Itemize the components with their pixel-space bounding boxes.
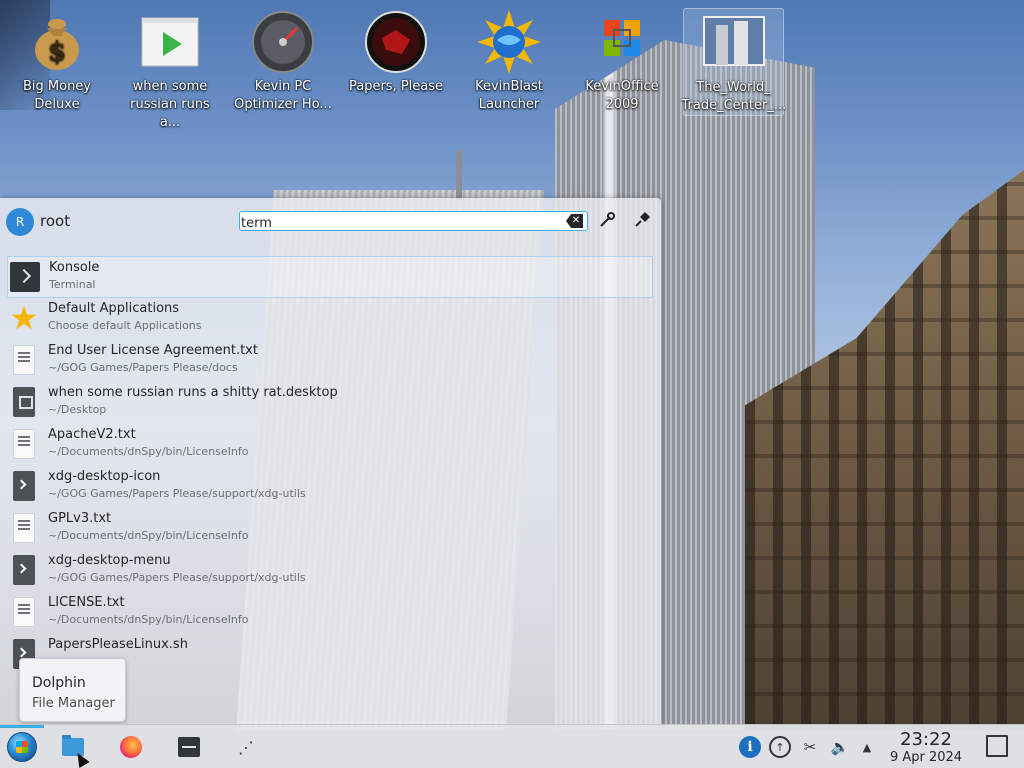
- result-eula-txt[interactable]: End User License Agreement.txt ~/GOG Gam…: [7, 340, 653, 382]
- terminal-icon: [10, 262, 40, 292]
- result-title: ApacheV2.txt: [48, 427, 136, 442]
- launcher-active-indicator: [0, 725, 44, 728]
- result-title: PapersPleaseLinux.sh: [48, 637, 188, 652]
- clipboard-scissors-icon[interactable]: ✂: [799, 736, 821, 758]
- pin-icon: [633, 211, 651, 233]
- result-subtitle: ~/Documents/dnSpy/bin/LicenseInfo: [48, 445, 249, 458]
- result-license-txt[interactable]: LICENSE.txt ~/Documents/dnSpy/bin/Licens…: [7, 592, 653, 634]
- result-subtitle: ~/GOG Games/Papers Please/support/xdg-ut…: [48, 571, 306, 584]
- desktop-icon-label: KevinBlast Launcher: [475, 79, 543, 112]
- result-title: End User License Agreement.txt: [48, 343, 258, 358]
- desktop-icon-label: when some russian runs a...: [130, 79, 210, 130]
- text-file-icon: [13, 345, 35, 375]
- wallpaper-antenna: [456, 150, 462, 200]
- desktop-icon-big-money-deluxe[interactable]: $ Big Money Deluxe: [2, 8, 112, 116]
- desktop-icon-kevin-pc-optimizer[interactable]: Kevin PC Optimizer Ho...: [228, 8, 338, 116]
- image-file-icon: [702, 11, 766, 75]
- desktop-icon-label: KevinOffice 2009: [585, 79, 659, 112]
- tooltip-title: Dolphin: [32, 675, 86, 691]
- clear-search-icon[interactable]: ✕: [566, 214, 583, 228]
- show-desktop-icon[interactable]: [986, 735, 1008, 757]
- start-orb-icon: [7, 732, 37, 762]
- clock-time[interactable]: 23:22: [888, 729, 964, 750]
- application-launcher: R root ✕ Konsole Terminal ★ Default Appl…: [0, 198, 661, 724]
- system-monitor-icon: [178, 737, 200, 757]
- globe-sun-icon: [477, 10, 541, 74]
- result-subtitle: ~/Documents/dnSpy/bin/LicenseInfo: [48, 529, 249, 542]
- start-menu-button[interactable]: [6, 731, 38, 763]
- star-icon: ★: [9, 299, 39, 337]
- desktop-icon-world-trade-center[interactable]: The_World_ Trade_Center_...: [681, 8, 787, 116]
- result-title: Default Applications: [48, 301, 180, 316]
- result-subtitle: ~/Desktop: [48, 403, 107, 416]
- taskbar-more[interactable]: ⋰: [232, 733, 260, 761]
- more-dots-icon: ⋰: [238, 737, 254, 757]
- clock-date[interactable]: 9 Apr 2024: [880, 750, 972, 765]
- result-title: LICENSE.txt: [48, 595, 125, 610]
- result-xdg-desktop-menu[interactable]: xdg-desktop-menu ~/GOG Games/Papers Plea…: [7, 550, 653, 592]
- video-file-icon: [138, 10, 202, 74]
- search-input[interactable]: [240, 214, 560, 233]
- result-subtitle: Choose default Applications: [48, 319, 202, 332]
- firefox-icon: [120, 736, 142, 758]
- info-icon[interactable]: i: [739, 736, 761, 758]
- desktop-icon-papers-please[interactable]: Papers, Please: [341, 8, 451, 116]
- result-title: GPLv3.txt: [48, 511, 112, 526]
- tray-expand-icon[interactable]: ▲: [856, 736, 878, 758]
- result-gplv3-txt[interactable]: GPLv3.txt ~/Documents/dnSpy/bin/LicenseI…: [7, 508, 653, 550]
- text-file-icon: [13, 597, 35, 627]
- result-title: when some russian runs a shitty rat.desk…: [48, 385, 338, 400]
- result-subtitle: Terminal: [49, 278, 96, 291]
- result-konsole[interactable]: Konsole Terminal: [7, 256, 653, 298]
- result-xdg-desktop-icon[interactable]: xdg-desktop-icon ~/GOG Games/Papers Plea…: [7, 466, 653, 508]
- taskbar-system-monitor[interactable]: [175, 733, 203, 761]
- svg-text:$: $: [48, 37, 66, 67]
- desktop-icon-label: Papers, Please: [348, 79, 444, 94]
- desktop-icon-label: The_World_ Trade_Center_...: [681, 80, 787, 113]
- result-title: Konsole: [49, 260, 100, 275]
- search-results-list: Konsole Terminal ★ Default Applications …: [0, 256, 661, 676]
- desktop-icon-kevinblast-launcher[interactable]: KevinBlast Launcher: [454, 8, 564, 116]
- script-icon: [13, 555, 35, 585]
- wrench-icon: [598, 211, 616, 233]
- desktop-icon-label: Kevin PC Optimizer Ho...: [234, 79, 332, 112]
- taskbar: ⋰ i ↑ ✂ 🔈 ▲ 23:22 9 Apr 2024: [0, 724, 1024, 768]
- search-field[interactable]: ✕: [239, 211, 588, 233]
- result-subtitle: ~/Documents/dnSpy/bin/LicenseInfo: [48, 613, 249, 626]
- avatar[interactable]: R: [6, 208, 34, 236]
- result-title: xdg-desktop-menu: [48, 553, 171, 568]
- pin-button[interactable]: [629, 209, 655, 235]
- tooltip-subtitle: File Manager: [32, 696, 115, 711]
- result-rat-desktop[interactable]: when some russian runs a shitty rat.desk…: [7, 382, 653, 424]
- username-label: root: [40, 212, 71, 230]
- gauge-icon: [251, 10, 315, 74]
- result-title: xdg-desktop-icon: [48, 469, 161, 484]
- money-bag-icon: $: [25, 10, 89, 74]
- result-default-applications[interactable]: ★ Default Applications Choose default Ap…: [7, 298, 653, 340]
- script-icon: [13, 471, 35, 501]
- text-file-icon: [13, 513, 35, 543]
- text-file-icon: [13, 429, 35, 459]
- configure-button[interactable]: [594, 209, 620, 235]
- taskbar-firefox[interactable]: [117, 733, 145, 761]
- volume-icon[interactable]: 🔈: [829, 736, 851, 758]
- taskbar-tooltip: Dolphin File Manager: [19, 658, 126, 722]
- papers-please-icon: [364, 10, 428, 74]
- result-subtitle: ~/GOG Games/Papers Please/docs: [48, 361, 238, 374]
- office-icon: [590, 10, 654, 74]
- update-icon[interactable]: ↑: [769, 736, 791, 758]
- desktop-icon-kevinoffice-2009[interactable]: KevinOffice 2009: [567, 8, 677, 116]
- desktop-file-icon: [13, 387, 35, 417]
- desktop-icon-video[interactable]: when some russian runs a...: [115, 8, 225, 130]
- result-apachev2-txt[interactable]: ApacheV2.txt ~/Documents/dnSpy/bin/Licen…: [7, 424, 653, 466]
- desktop-icon-label: Big Money Deluxe: [22, 79, 91, 112]
- result-subtitle: ~/GOG Games/Papers Please/support/xdg-ut…: [48, 487, 306, 500]
- launcher-header: R root ✕: [0, 198, 661, 248]
